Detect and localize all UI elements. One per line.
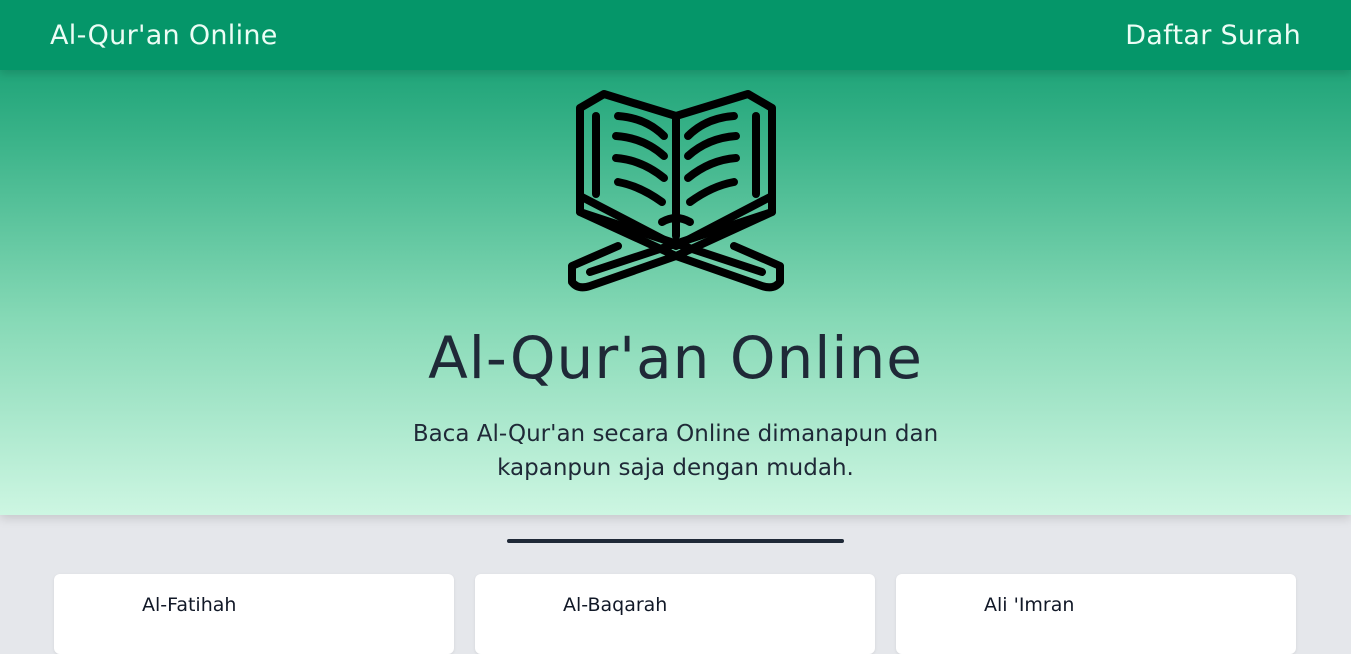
navbar: Al-Qur'an Online Daftar Surah [0, 0, 1351, 70]
surah-name: Al-Fatihah [142, 594, 237, 616]
hero-section: Al-Qur'an Online Baca Al-Qur'an secara O… [0, 0, 1351, 515]
surah-card[interactable]: Ali 'Imran [896, 574, 1296, 654]
surah-name: Ali 'Imran [984, 594, 1075, 616]
page-title: Al-Qur'an Online [428, 324, 923, 392]
daftar-surah-link[interactable]: Daftar Surah [1125, 20, 1301, 51]
page-subtitle: Baca Al-Qur'an secara Online dimanapun d… [412, 421, 939, 481]
section-divider [507, 539, 844, 543]
surah-card[interactable]: Al-Fatihah [54, 574, 454, 654]
brand-link[interactable]: Al-Qur'an Online [50, 20, 278, 51]
surah-name: Al-Baqarah [563, 594, 668, 616]
surah-list: Al-Fatihah Al-Baqarah Ali 'Imran [54, 574, 1297, 654]
surah-card[interactable]: Al-Baqarah [475, 574, 875, 654]
quran-on-stand-icon [568, 90, 784, 292]
